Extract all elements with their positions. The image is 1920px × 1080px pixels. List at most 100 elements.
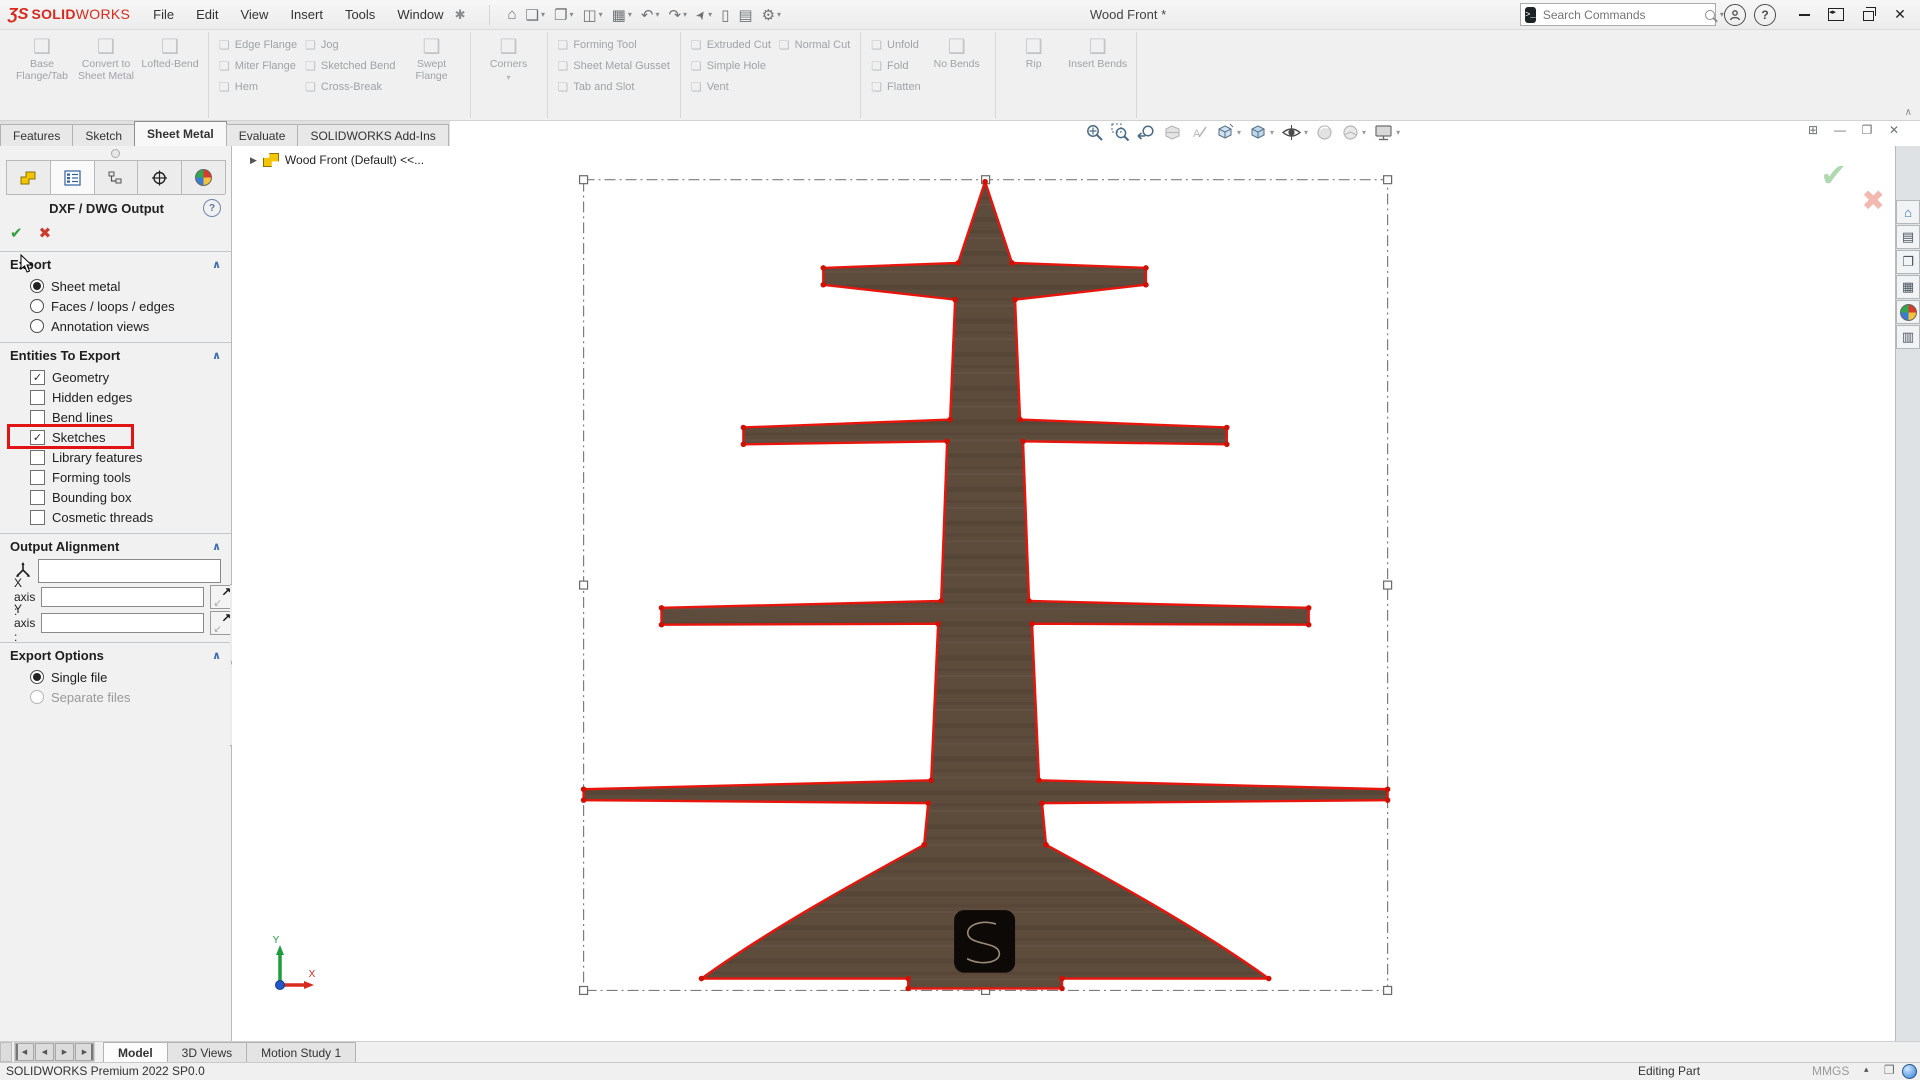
entity-forming-tools-checkbox[interactable] [30, 470, 45, 485]
save-dropdown-icon[interactable]: ▾ [599, 10, 603, 19]
base-flange-tab-button[interactable]: ❑Base Flange/Tab [12, 34, 72, 82]
export-sheet-metal-radio[interactable] [30, 279, 44, 293]
insert-bends-button[interactable]: ❑Insert Bends [1068, 34, 1128, 70]
sketch-point[interactable] [1143, 282, 1149, 288]
ok-button[interactable]: ✔ [10, 224, 23, 242]
entity-library-features-checkbox[interactable] [30, 450, 45, 465]
forming-tool-button[interactable]: ❏Forming Tool [556, 34, 672, 55]
search-scope-icon[interactable]: >_ [1525, 7, 1536, 23]
nav-first-button[interactable]: ◀ [15, 1043, 34, 1061]
sketch-point[interactable] [581, 786, 587, 792]
sketch-point[interactable] [1266, 976, 1272, 982]
tab-evaluate[interactable]: Evaluate [226, 124, 299, 146]
sketch-point[interactable] [1039, 800, 1045, 806]
entity-geometry[interactable]: ✓Geometry [0, 367, 231, 387]
sketch-point[interactable] [1043, 842, 1049, 848]
tab-features[interactable]: Features [0, 124, 73, 146]
new-document-button[interactable]: ❏▾ [523, 5, 548, 25]
export-faces-loops-edges[interactable]: Faces / loops / edges [0, 296, 231, 316]
view-orientation-icon[interactable]: ▾ [1215, 122, 1241, 142]
sketch-point[interactable] [1026, 598, 1032, 604]
search-icon[interactable] [1705, 10, 1715, 20]
selection-handle[interactable] [580, 581, 588, 589]
export-faces-loops-edges-radio[interactable] [30, 299, 44, 313]
save-button[interactable]: ◫▾ [579, 5, 605, 25]
panel-tab-appearances[interactable] [181, 160, 226, 194]
entity-hidden-edges-checkbox[interactable] [30, 390, 45, 405]
convert-to-sheet-metal-button[interactable]: ❑Convert to Sheet Metal [76, 34, 136, 82]
swept-flange-button[interactable]: ❑Swept Flange [402, 34, 462, 82]
sketch-point[interactable] [1017, 417, 1023, 423]
corners-button[interactable]: ❑Corners▾ [479, 34, 539, 84]
alignment-collapse-icon[interactable]: ∧ [212, 540, 221, 553]
entity-sketches-checkbox[interactable]: ✓ [30, 430, 45, 445]
sketched-bend-button[interactable]: ❏Sketched Bend [303, 55, 397, 76]
previous-view-icon[interactable] [1137, 123, 1156, 142]
doc-close-icon[interactable]: ✕ [1884, 123, 1904, 137]
sketch-point[interactable] [905, 986, 911, 992]
option-single-file[interactable]: Single file [0, 667, 231, 687]
sketch-point[interactable] [1224, 425, 1230, 431]
sketch-point[interactable] [820, 282, 826, 288]
rebuild-button[interactable]: ▯ [718, 5, 732, 25]
options-collapse-icon[interactable]: ∧ [212, 649, 221, 662]
display-style-dropdown-icon[interactable]: ▾ [1270, 128, 1274, 137]
entity-sketches[interactable]: ✓Sketches [0, 427, 231, 447]
sketch-point[interactable] [921, 842, 927, 848]
fold-button[interactable]: ❏Fold [869, 55, 922, 76]
sketch-point[interactable] [905, 976, 911, 982]
display-style-icon[interactable]: ▾ [1248, 122, 1274, 142]
taskpane-file-explorer-button[interactable]: ❐ [1896, 250, 1920, 274]
sketch-point[interactable] [925, 800, 931, 806]
close-window-button[interactable]: ✕ [1886, 4, 1914, 26]
option-separate-files[interactable]: Separate files [0, 687, 231, 707]
open-dropdown-icon[interactable]: ▾ [569, 10, 573, 19]
sketch-point[interactable] [659, 622, 665, 628]
panel-tab-dimxpert[interactable] [137, 160, 182, 194]
ribbon-collapse-icon[interactable]: ∧ [1905, 107, 1912, 118]
rip-button[interactable]: ❑Rip [1004, 34, 1064, 70]
pin-menu-icon[interactable]: ✱ [455, 7, 466, 23]
sketch-point[interactable] [1143, 265, 1149, 271]
taskpane-view-palette-button[interactable]: ▦ [1896, 275, 1920, 299]
edge-flange-button[interactable]: ❏Edge Flange [217, 34, 299, 55]
web-status-icon[interactable] [1902, 1064, 1917, 1079]
expand-tree-icon[interactable]: ▶ [250, 155, 257, 166]
sketch-point[interactable] [947, 417, 953, 423]
option-single-file-radio[interactable] [30, 670, 44, 684]
sketch-point[interactable] [659, 605, 665, 611]
export-sheet-metal[interactable]: Sheet metal [0, 276, 231, 296]
search-commands-box[interactable]: >_ ▾ [1520, 3, 1716, 26]
y-axis-field[interactable] [41, 613, 204, 633]
flat-pattern-part[interactable] [584, 182, 1388, 989]
selection-handle[interactable] [580, 176, 588, 184]
panel-tab-configurations[interactable] [94, 160, 139, 194]
zoom-to-area-icon[interactable] [1111, 123, 1130, 142]
no-bends-button[interactable]: ❑No Bends [927, 34, 987, 70]
split-window-button[interactable] [1822, 4, 1850, 26]
sketch-point[interactable] [581, 797, 587, 803]
panel-tab-dxf-dwg-output[interactable] [50, 160, 95, 194]
sketch-point[interactable] [820, 265, 826, 271]
sketch-point[interactable] [928, 778, 934, 784]
sketch-point[interactable] [1059, 986, 1065, 992]
entity-cosmetic-threads[interactable]: Cosmetic threads [0, 507, 231, 527]
sketch-point[interactable] [1029, 621, 1035, 627]
panel-help-icon[interactable]: ? [203, 199, 221, 217]
search-input[interactable] [1541, 7, 1700, 23]
menu-insert[interactable]: Insert [281, 3, 332, 26]
cross-break-button[interactable]: ❏Cross-Break [303, 76, 397, 97]
file-properties-button[interactable]: ▤ [735, 5, 755, 25]
selection-handle[interactable] [1384, 986, 1392, 994]
jog-button[interactable]: ❏Jog [303, 34, 397, 55]
corners-dropdown-icon[interactable]: ▾ [507, 72, 511, 84]
taskpane-home-button[interactable]: ⌂ [1896, 200, 1920, 224]
hide-show-items-icon[interactable]: ▾ [1281, 123, 1308, 142]
restore-window-button[interactable] [1854, 4, 1882, 26]
taskpane-design-library-button[interactable]: ▤ [1896, 225, 1920, 249]
vent-button[interactable]: ❏Vent [689, 76, 773, 97]
taskpane-custom-properties-button[interactable]: ▥ [1896, 325, 1920, 349]
sketch-point[interactable] [1059, 976, 1065, 982]
entity-geometry-checkbox[interactable]: ✓ [30, 370, 45, 385]
options-button[interactable]: ⚙▾ [759, 5, 784, 25]
